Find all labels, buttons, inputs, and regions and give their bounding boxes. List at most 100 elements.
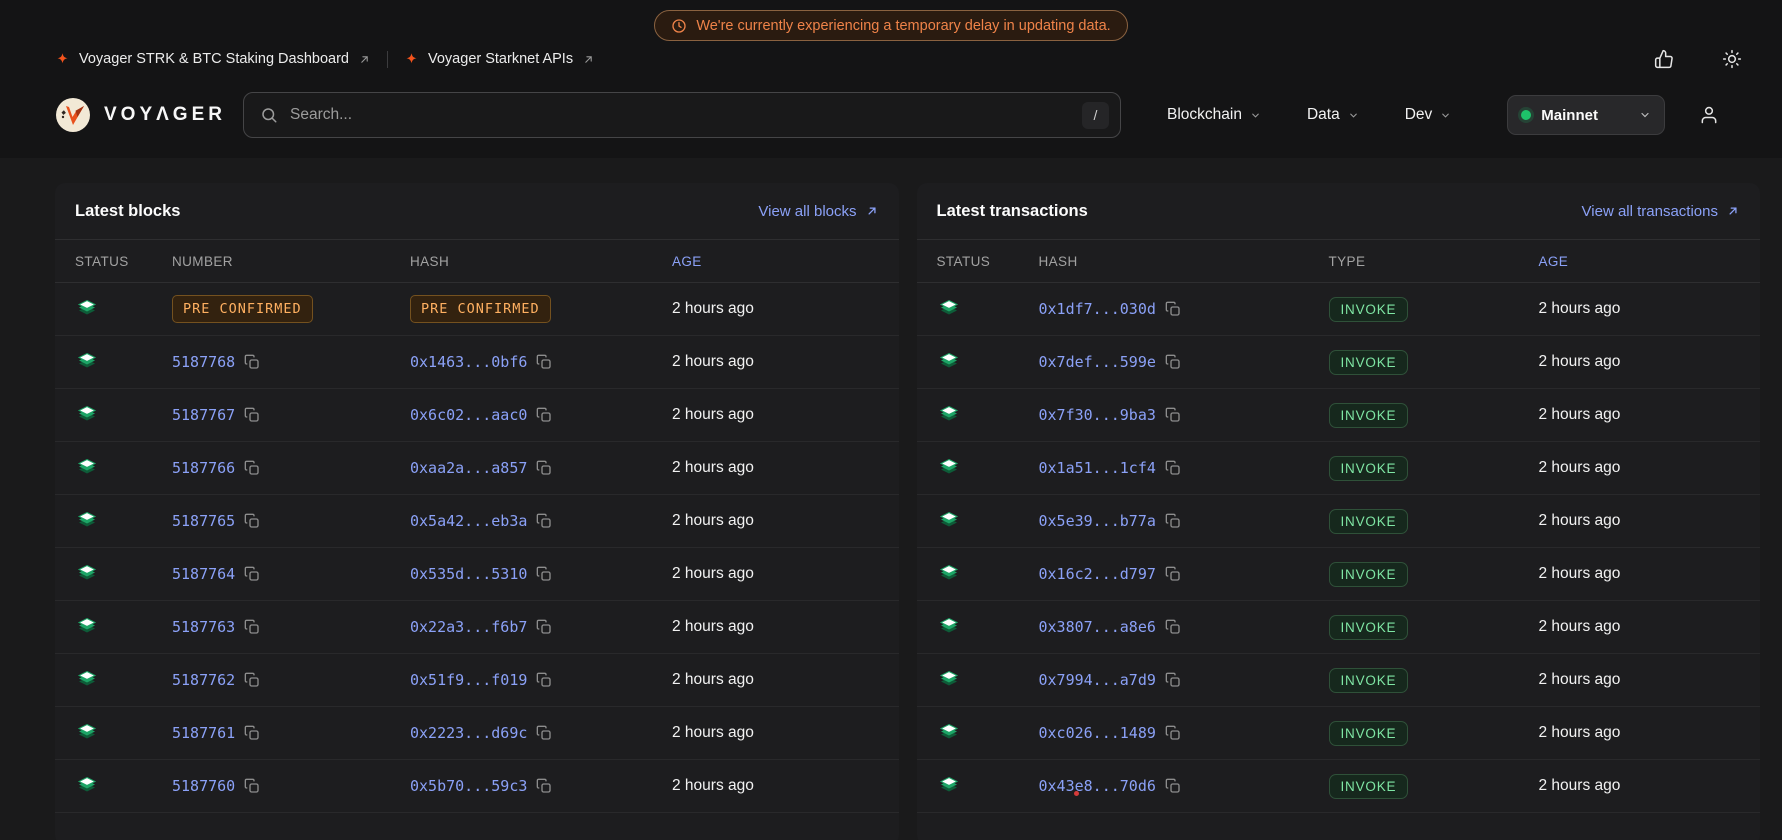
search-bar[interactable]: / [243, 92, 1121, 138]
tx-hash-link[interactable]: 0x7def...599e [1039, 353, 1156, 371]
block-number-link[interactable]: 5187760 [172, 777, 235, 795]
copy-icon[interactable] [1165, 725, 1181, 741]
tx-age: 2 hours ago [1539, 565, 1741, 583]
copy-icon[interactable] [1165, 672, 1181, 688]
tx-hash-link[interactable]: 0x1a51...1cf4 [1039, 459, 1156, 477]
view-all-transactions-link[interactable]: View all transactions [1582, 203, 1740, 220]
block-age: 2 hours ago [672, 565, 879, 583]
tx-type-badge[interactable]: INVOKE [1329, 615, 1409, 640]
tx-type-badge[interactable]: INVOKE [1329, 297, 1409, 322]
transaction-row: 0xc026...1489 INVOKE 2 hours ago [917, 707, 1761, 760]
copy-icon[interactable] [244, 460, 260, 476]
copy-icon[interactable] [536, 407, 552, 423]
block-number-link[interactable]: 5187767 [172, 406, 235, 424]
block-number-link[interactable]: 5187764 [172, 565, 235, 583]
view-all-blocks-link[interactable]: View all blocks [758, 203, 878, 220]
copy-icon[interactable] [244, 778, 260, 794]
copy-icon[interactable] [244, 407, 260, 423]
menu-data[interactable]: Data [1307, 106, 1359, 124]
tx-type-badge[interactable]: INVOKE [1329, 403, 1409, 428]
block-status-cell [75, 774, 172, 798]
tx-type-badge[interactable]: INVOKE [1329, 721, 1409, 746]
copy-icon[interactable] [536, 619, 552, 635]
tx-type-badge[interactable]: INVOKE [1329, 509, 1409, 534]
tx-hash-link[interactable]: 0x3807...a8e6 [1039, 618, 1156, 636]
block-hash-link[interactable]: 0x1463...0bf6 [410, 353, 527, 371]
block-hash-cell: 0x535d...5310 [410, 565, 672, 583]
copy-icon[interactable] [1165, 301, 1181, 317]
block-number-cell: 5187766 [172, 459, 410, 477]
copy-icon[interactable] [244, 513, 260, 529]
tx-hash-link[interactable]: 0x7994...a7d9 [1039, 671, 1156, 689]
tx-type-badge[interactable]: INVOKE [1329, 562, 1409, 587]
account-button[interactable] [1699, 105, 1719, 125]
copy-icon[interactable] [1165, 354, 1181, 370]
feedback-thumbs-up-button[interactable] [1654, 49, 1674, 69]
block-number-link[interactable]: PRE CONFIRMED [172, 295, 313, 323]
block-hash-link[interactable]: PRE CONFIRMED [410, 295, 551, 323]
block-number-link[interactable]: 5187765 [172, 512, 235, 530]
tx-hash-link[interactable]: 0x5e39...b77a [1039, 512, 1156, 530]
tx-hash-link[interactable]: 0x1df7...030d [1039, 300, 1156, 318]
block-hash-link[interactable]: 0x535d...5310 [410, 565, 527, 583]
block-hash-link[interactable]: 0xaa2a...a857 [410, 459, 527, 477]
copy-icon[interactable] [536, 725, 552, 741]
copy-icon[interactable] [536, 513, 552, 529]
tx-type-badge[interactable]: INVOKE [1329, 774, 1409, 799]
menu-dev[interactable]: Dev [1405, 106, 1452, 124]
block-number-link[interactable]: 5187762 [172, 671, 235, 689]
block-hash-link[interactable]: 0x22a3...f6b7 [410, 618, 527, 636]
tx-hash-link[interactable]: 0xc026...1489 [1039, 724, 1156, 742]
block-status-cell [75, 562, 172, 586]
block-hash-link[interactable]: 0x5b70...59c3 [410, 777, 527, 795]
block-hash-cell: 0x1463...0bf6 [410, 353, 672, 371]
block-row: 5187760 0x5b70...59c3 2 hours ago [55, 760, 899, 813]
block-hash-link[interactable]: 0x5a42...eb3a [410, 512, 527, 530]
copy-icon[interactable] [536, 778, 552, 794]
block-number-link[interactable]: 5187768 [172, 353, 235, 371]
copy-icon[interactable] [244, 672, 260, 688]
tx-status-cell [937, 615, 1039, 639]
block-age: 2 hours ago [672, 300, 879, 318]
block-number-link[interactable]: 5187763 [172, 618, 235, 636]
copy-icon[interactable] [536, 460, 552, 476]
block-number-link[interactable]: 5187761 [172, 724, 235, 742]
block-number-link[interactable]: 5187766 [172, 459, 235, 477]
tx-hash-cell: 0x7f30...9ba3 [1039, 406, 1329, 424]
tx-type-badge[interactable]: INVOKE [1329, 668, 1409, 693]
block-hash-link[interactable]: 0x2223...d69c [410, 724, 527, 742]
tx-type-cell: INVOKE [1329, 456, 1539, 481]
block-row: PRE CONFIRMED PRE CONFIRMED 2 hours ago [55, 283, 899, 336]
block-hash-link[interactable]: 0x51f9...f019 [410, 671, 527, 689]
theme-toggle-button[interactable] [1722, 49, 1742, 69]
block-number-cell: 5187763 [172, 618, 410, 636]
copy-icon[interactable] [244, 725, 260, 741]
copy-icon[interactable] [244, 619, 260, 635]
copy-icon[interactable] [1165, 460, 1181, 476]
tx-hash-link[interactable]: 0x16c2...d797 [1039, 565, 1156, 583]
copy-icon[interactable] [536, 354, 552, 370]
copy-icon[interactable] [536, 566, 552, 582]
copy-icon[interactable] [1165, 619, 1181, 635]
copy-icon[interactable] [1165, 778, 1181, 794]
voyager-logo[interactable]: VOYΛGER [55, 97, 243, 133]
menu-blockchain[interactable]: Blockchain [1167, 106, 1261, 124]
copy-icon[interactable] [1165, 407, 1181, 423]
transaction-row: 0x1df7...030d INVOKE 2 hours ago [917, 283, 1761, 336]
tx-hash-link[interactable]: 0x43e8...70d6 [1039, 777, 1156, 795]
block-status-icon [75, 509, 99, 533]
starknet-apis-link[interactable]: Voyager Starknet APIs [404, 51, 595, 67]
search-input[interactable] [290, 106, 1070, 124]
copy-icon[interactable] [244, 354, 260, 370]
copy-icon[interactable] [536, 672, 552, 688]
copy-icon[interactable] [1165, 566, 1181, 582]
tx-hash-link[interactable]: 0x7f30...9ba3 [1039, 406, 1156, 424]
staking-dashboard-link[interactable]: Voyager STRK & BTC Staking Dashboard [55, 51, 371, 67]
tx-type-badge[interactable]: INVOKE [1329, 456, 1409, 481]
tx-status-icon [937, 721, 961, 745]
tx-type-badge[interactable]: INVOKE [1329, 350, 1409, 375]
block-hash-link[interactable]: 0x6c02...aac0 [410, 406, 527, 424]
copy-icon[interactable] [1165, 513, 1181, 529]
network-selector[interactable]: Mainnet [1507, 95, 1665, 135]
copy-icon[interactable] [244, 566, 260, 582]
